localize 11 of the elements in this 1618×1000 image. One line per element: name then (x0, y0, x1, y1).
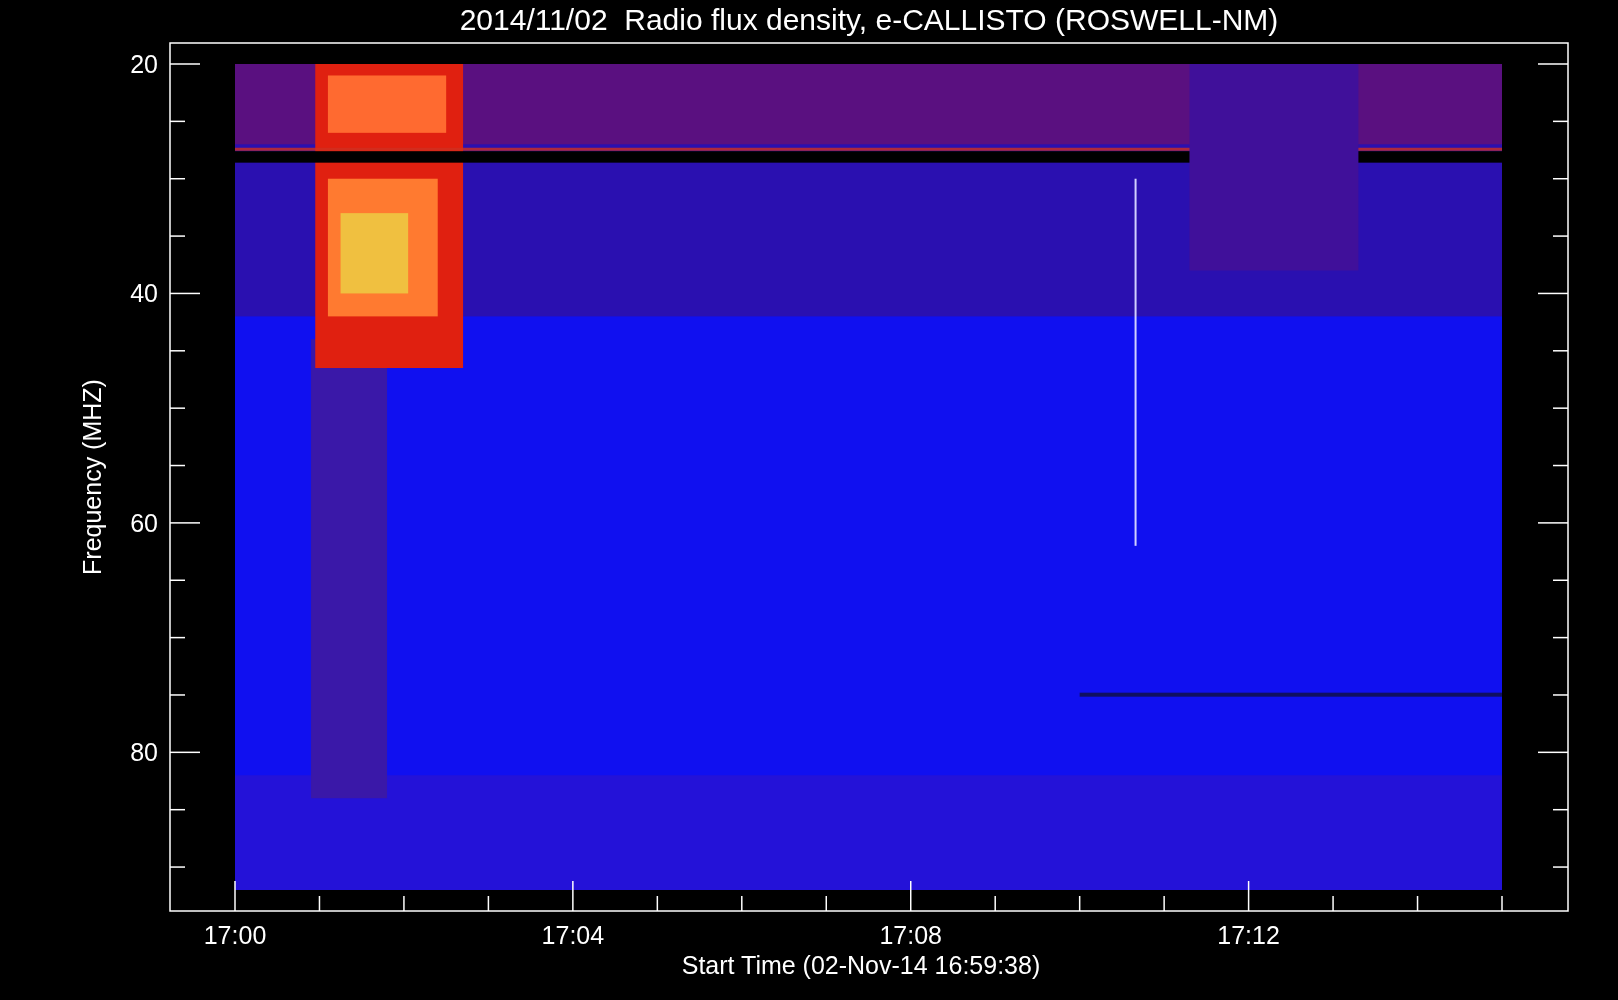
x-tick-label: 17:12 (1217, 921, 1280, 949)
x-tick-label: 17:08 (879, 921, 942, 949)
y-tick-label: 80 (130, 738, 158, 767)
y-tick-label: 20 (130, 50, 158, 78)
x-tick-label: 17:00 (203, 921, 267, 949)
chart-title: 2014/11/02 Radio flux density, e-CALLISTO (ROSWELL-NM) (459, 3, 1279, 36)
y-axis-title: Frequency (MHZ) (78, 379, 106, 575)
y-tick-label: 40 (130, 279, 158, 308)
x-axis-title: Start Time (02-Nov-14 16:59:38) (681, 951, 1041, 979)
y-tick-label: 60 (130, 508, 158, 537)
x-tick-label: 17:04 (541, 921, 605, 949)
